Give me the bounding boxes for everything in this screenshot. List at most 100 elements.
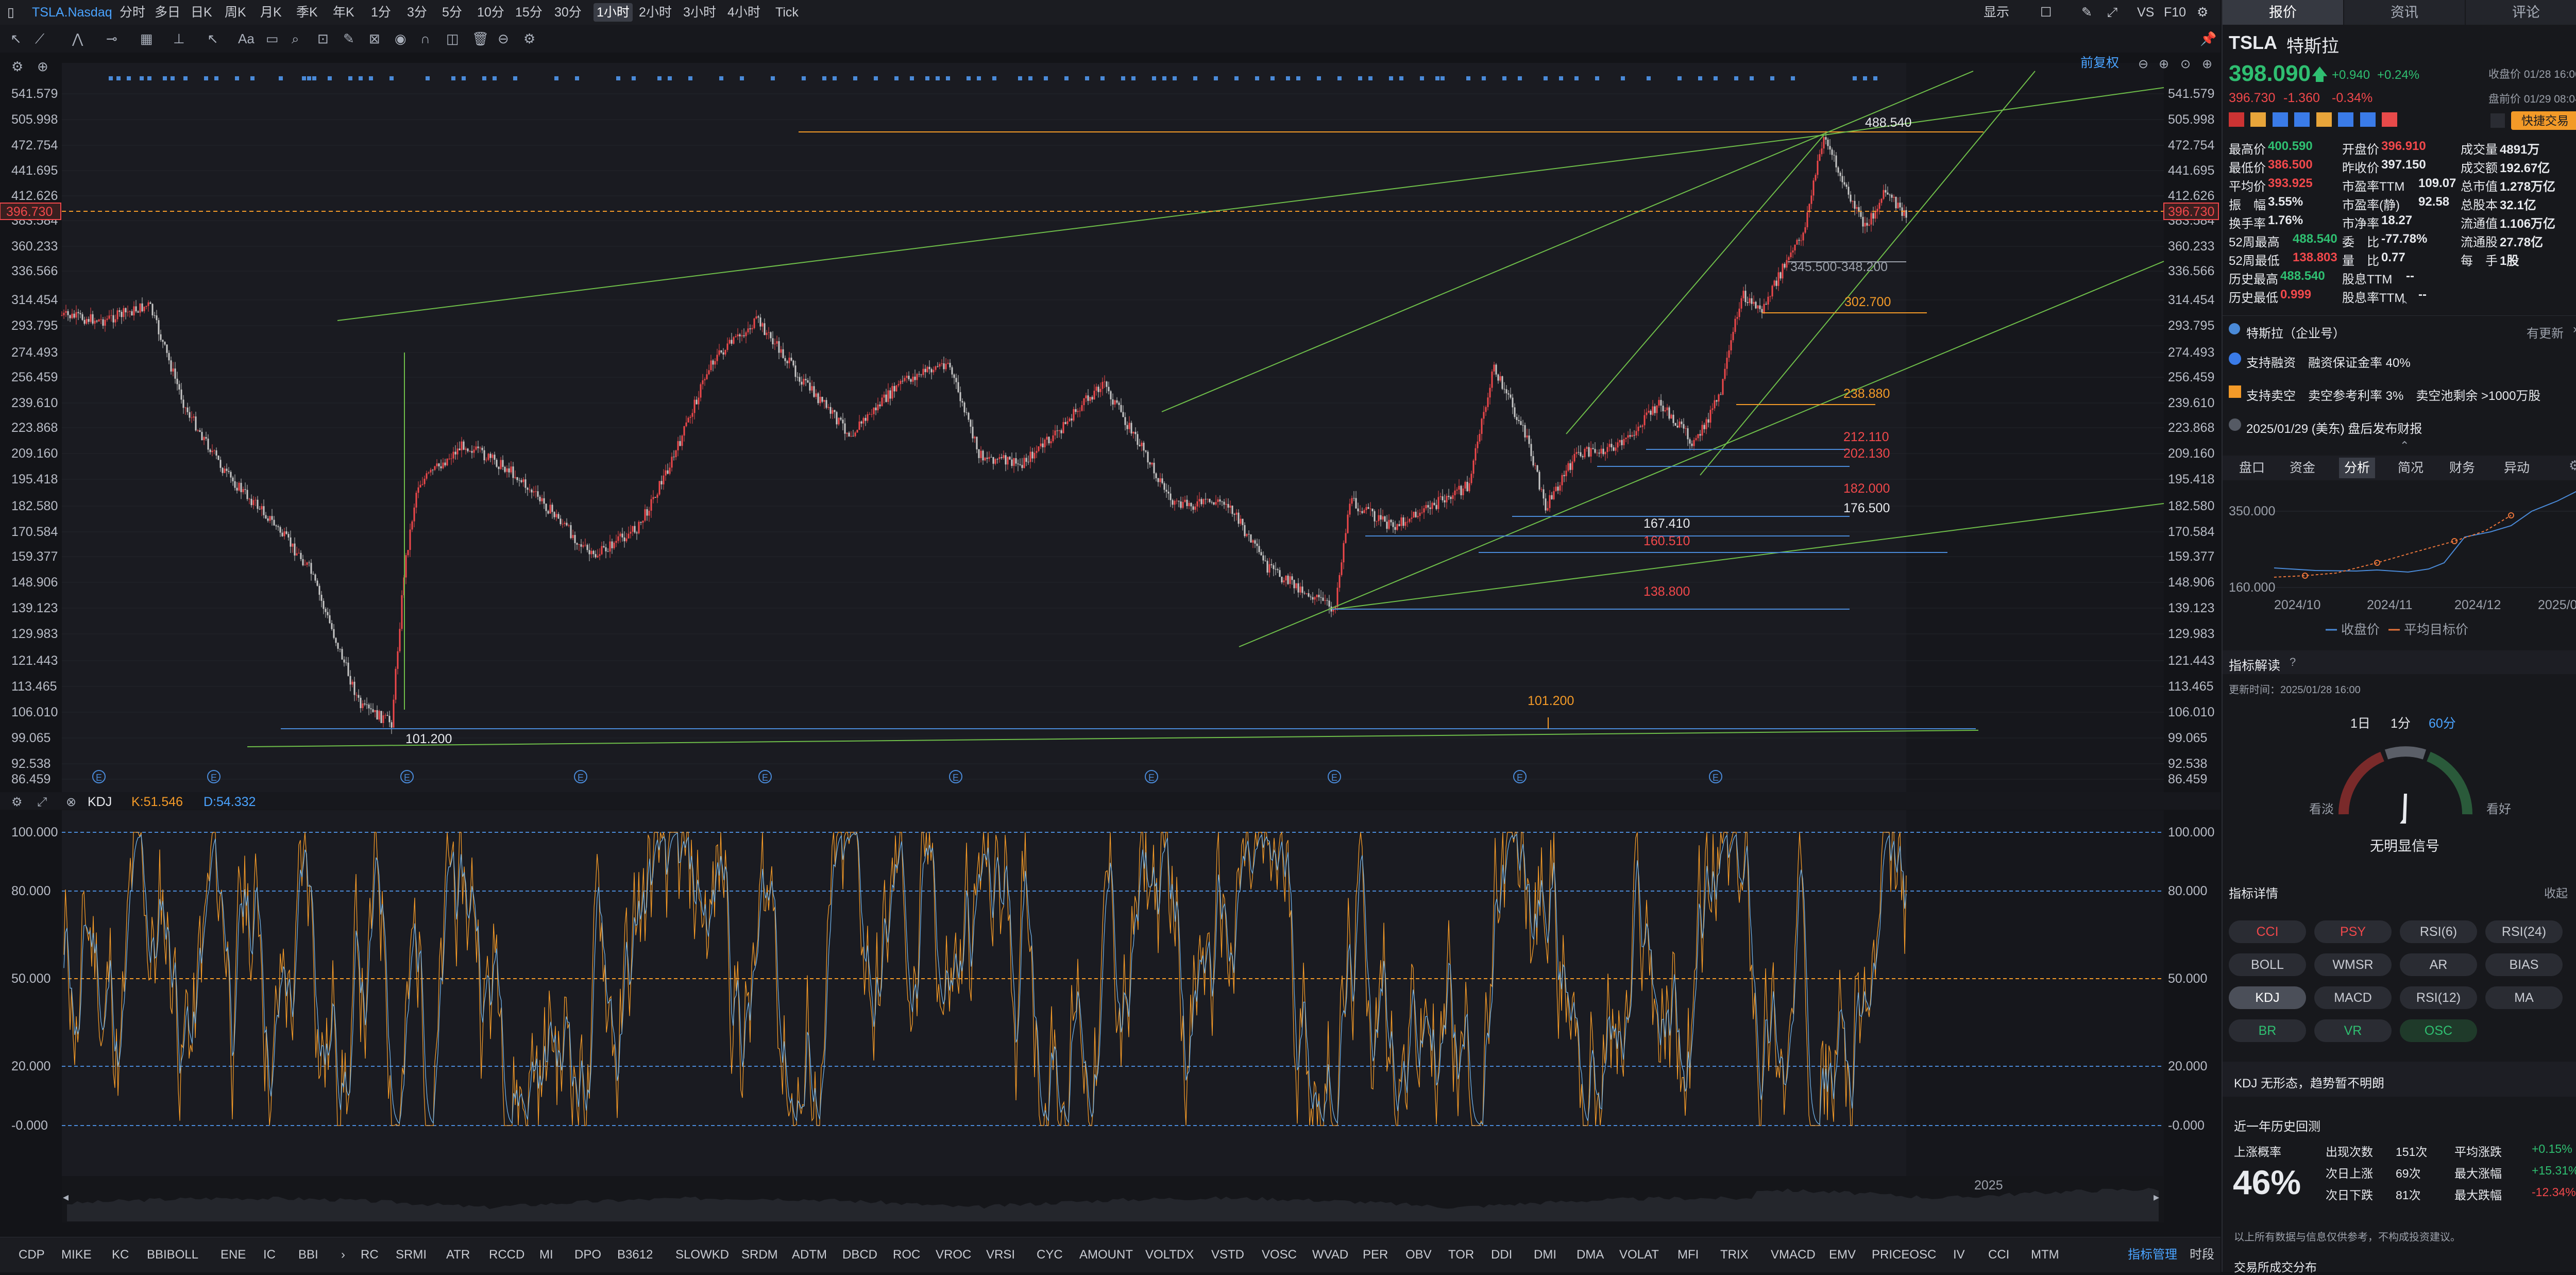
chip-macd[interactable]: MACD <box>2314 986 2392 1009</box>
subtab-2[interactable]: 资金 <box>2290 458 2315 478</box>
feature-icon-4[interactable] <box>2316 112 2332 127</box>
note-tool-icon[interactable]: ▭ <box>266 25 279 53</box>
session-button[interactable]: 时段 <box>2190 1237 2214 1272</box>
indicator-tab-bbiboll[interactable]: BBIBOLL <box>147 1237 198 1272</box>
pin-icon[interactable]: 📌 <box>2200 25 2216 53</box>
indicator-expand-icon[interactable]: ⤢ <box>37 795 47 809</box>
period-8[interactable]: 1分 <box>371 0 391 25</box>
tf-60m[interactable]: 60分 <box>2429 713 2456 732</box>
indicator-tab-wvad[interactable]: WVAD <box>1312 1237 1348 1272</box>
chip-wmsr[interactable]: WMSR <box>2314 953 2392 976</box>
chip-psy[interactable]: PSY <box>2314 920 2392 943</box>
compare-button[interactable]: VS <box>2137 0 2154 25</box>
indicator-tab-vmacd[interactable]: VMACD <box>1771 1237 1816 1272</box>
indicator-tab-atr[interactable]: ATR <box>446 1237 470 1272</box>
text-tool-icon[interactable]: Aa <box>238 25 255 53</box>
indicator-tab-roc[interactable]: ROC <box>893 1237 920 1272</box>
chart-area[interactable]: 488.540 345.500-348.200 302.700 238.880 … <box>0 53 2221 1237</box>
period-11[interactable]: 10分 <box>477 0 504 25</box>
indicator-scroll-icon[interactable]: › <box>341 1237 345 1272</box>
indicator-manage-button[interactable]: 指标管理 <box>2128 1237 2177 1272</box>
indicator-tab-obv[interactable]: OBV <box>1405 1237 1432 1272</box>
chip-rsi12[interactable]: RSI(12) <box>2400 986 2477 1009</box>
indicator-tab-slowkd[interactable]: SLOWKD <box>675 1237 729 1272</box>
indicator-tab-dmi[interactable]: DMI <box>1534 1237 1556 1272</box>
zoom-out-icon[interactable]: ⊖ <box>2138 57 2148 71</box>
subtab-1[interactable]: 盘口 <box>2239 458 2265 478</box>
quick-trade-button[interactable]: 快捷交易 <box>2511 111 2576 130</box>
indicator-tab-vstd[interactable]: VSTD <box>1211 1237 1244 1272</box>
chip-rsi6[interactable]: RSI(6) <box>2400 920 2477 943</box>
indicator-name[interactable]: KDJ <box>88 795 112 809</box>
sidebar-toggle-icon[interactable]: ▯ <box>7 0 14 25</box>
f10-button[interactable]: F10 <box>2164 0 2186 25</box>
magnet-icon[interactable]: ∩ <box>420 25 430 53</box>
feature-icon-5[interactable] <box>2338 112 2354 127</box>
period-2[interactable]: 多日 <box>155 0 180 25</box>
settings-icon[interactable]: ⚙ <box>2197 0 2208 25</box>
indicator-tab-adtm[interactable]: ADTM <box>792 1237 827 1272</box>
indicator-tab-kc[interactable]: KC <box>112 1237 129 1272</box>
period-10[interactable]: 5分 <box>442 0 462 25</box>
indicator-tab-dbcd[interactable]: DBCD <box>842 1237 877 1272</box>
subtab-4[interactable]: 简况 <box>2398 458 2424 478</box>
reset-icon[interactable]: ⊙ <box>2180 57 2191 71</box>
subtab-settings-icon[interactable]: ⚙ <box>2569 458 2576 474</box>
period-5[interactable]: 月K <box>260 0 282 25</box>
tf-1m[interactable]: 1分 <box>2391 713 2411 732</box>
timeline-right-handle[interactable]: ▸ <box>2154 1190 2159 1203</box>
indicator-settings-icon[interactable]: ⚙ <box>11 795 23 809</box>
indicator-tab-amount[interactable]: AMOUNT <box>1079 1237 1133 1272</box>
measure-icon[interactable]: ⊡ <box>317 25 329 53</box>
indicator-tab-ene[interactable]: ENE <box>221 1237 246 1272</box>
indicator-tab-mi[interactable]: MI <box>539 1237 553 1272</box>
fullscreen-icon[interactable]: ⤢ <box>2107 0 2117 25</box>
period-17[interactable]: 4小时 <box>727 0 760 25</box>
chip-rsi24[interactable]: RSI(24) <box>2485 920 2563 943</box>
indicator-close-icon[interactable]: ⊗ <box>66 795 76 809</box>
grid-tool-icon[interactable]: ▦ <box>140 25 153 53</box>
cursor-icon[interactable]: ↖ <box>10 25 22 53</box>
indicator-tab-bbi[interactable]: BBI <box>298 1237 318 1272</box>
period-14[interactable]: 1小时 <box>594 3 633 22</box>
timeline-left-handle[interactable]: ◂ <box>63 1190 69 1203</box>
chip-boll[interactable]: BOLL <box>2229 953 2306 976</box>
period-1[interactable]: 分时 <box>120 0 145 25</box>
chip-vr[interactable]: VR <box>2314 1019 2392 1042</box>
indicator-tab-srmi[interactable]: SRMI <box>396 1237 427 1272</box>
feature-icon-6[interactable] <box>2360 112 2376 127</box>
zoom-in-icon[interactable]: ⊕ <box>2159 57 2169 71</box>
indicator-tab-mfi[interactable]: MFI <box>1677 1237 1699 1272</box>
feature-icon-24h[interactable] <box>2272 112 2288 127</box>
display-menu[interactable]: 显示 <box>1984 0 2009 25</box>
indicator-tab-volat[interactable]: VOLAT <box>1619 1237 1659 1272</box>
indicator-tab-tor[interactable]: TOR <box>1448 1237 1474 1272</box>
arrow-tool-icon[interactable]: ↖ <box>207 25 218 53</box>
indicator-tab-emv[interactable]: EMV <box>1829 1237 1856 1272</box>
indicator-tab-vrsi[interactable]: VRSI <box>986 1237 1015 1272</box>
period-7[interactable]: 年K <box>333 0 354 25</box>
indicator-tab-dma[interactable]: DMA <box>1577 1237 1604 1272</box>
period-18[interactable]: Tick <box>775 0 799 25</box>
indicator-tab-rccd[interactable]: RCCD <box>489 1237 524 1272</box>
period-12[interactable]: 15分 <box>515 0 543 25</box>
feature-icon-1[interactable] <box>2250 112 2266 127</box>
collapse-button[interactable]: 收起 <box>2544 883 2568 901</box>
lock-icon[interactable]: ⊠ <box>369 25 380 53</box>
indicator-tab-cdp[interactable]: CDP <box>19 1237 45 1272</box>
indicator-tab-priceosc[interactable]: PRICEOSC <box>1872 1237 1936 1272</box>
indicator-tab-srdm[interactable]: SRDM <box>741 1237 778 1272</box>
help-icon[interactable]: ? <box>2290 656 2296 669</box>
indicator-tab-voltdx[interactable]: VOLTDX <box>1145 1237 1194 1272</box>
adjust-button[interactable]: 前复权 <box>2080 56 2119 70</box>
indicator-tab-vosc[interactable]: VOSC <box>1262 1237 1297 1272</box>
more-icon[interactable]: ⊕ <box>2202 57 2212 71</box>
indicator-tab-vroc[interactable]: VROC <box>936 1237 971 1272</box>
indicator-tab-ddi[interactable]: DDI <box>1491 1237 1512 1272</box>
indicator-tab-mike[interactable]: MIKE <box>61 1237 92 1272</box>
layout-icon[interactable]: ☐ <box>2040 0 2052 25</box>
tf-1d[interactable]: 1日 <box>2350 713 2370 732</box>
tools-settings-icon[interactable]: ⚙ <box>523 25 535 53</box>
ray-tool-icon[interactable]: ⊸ <box>106 25 117 53</box>
indicator-tab-ic[interactable]: IC <box>263 1237 276 1272</box>
